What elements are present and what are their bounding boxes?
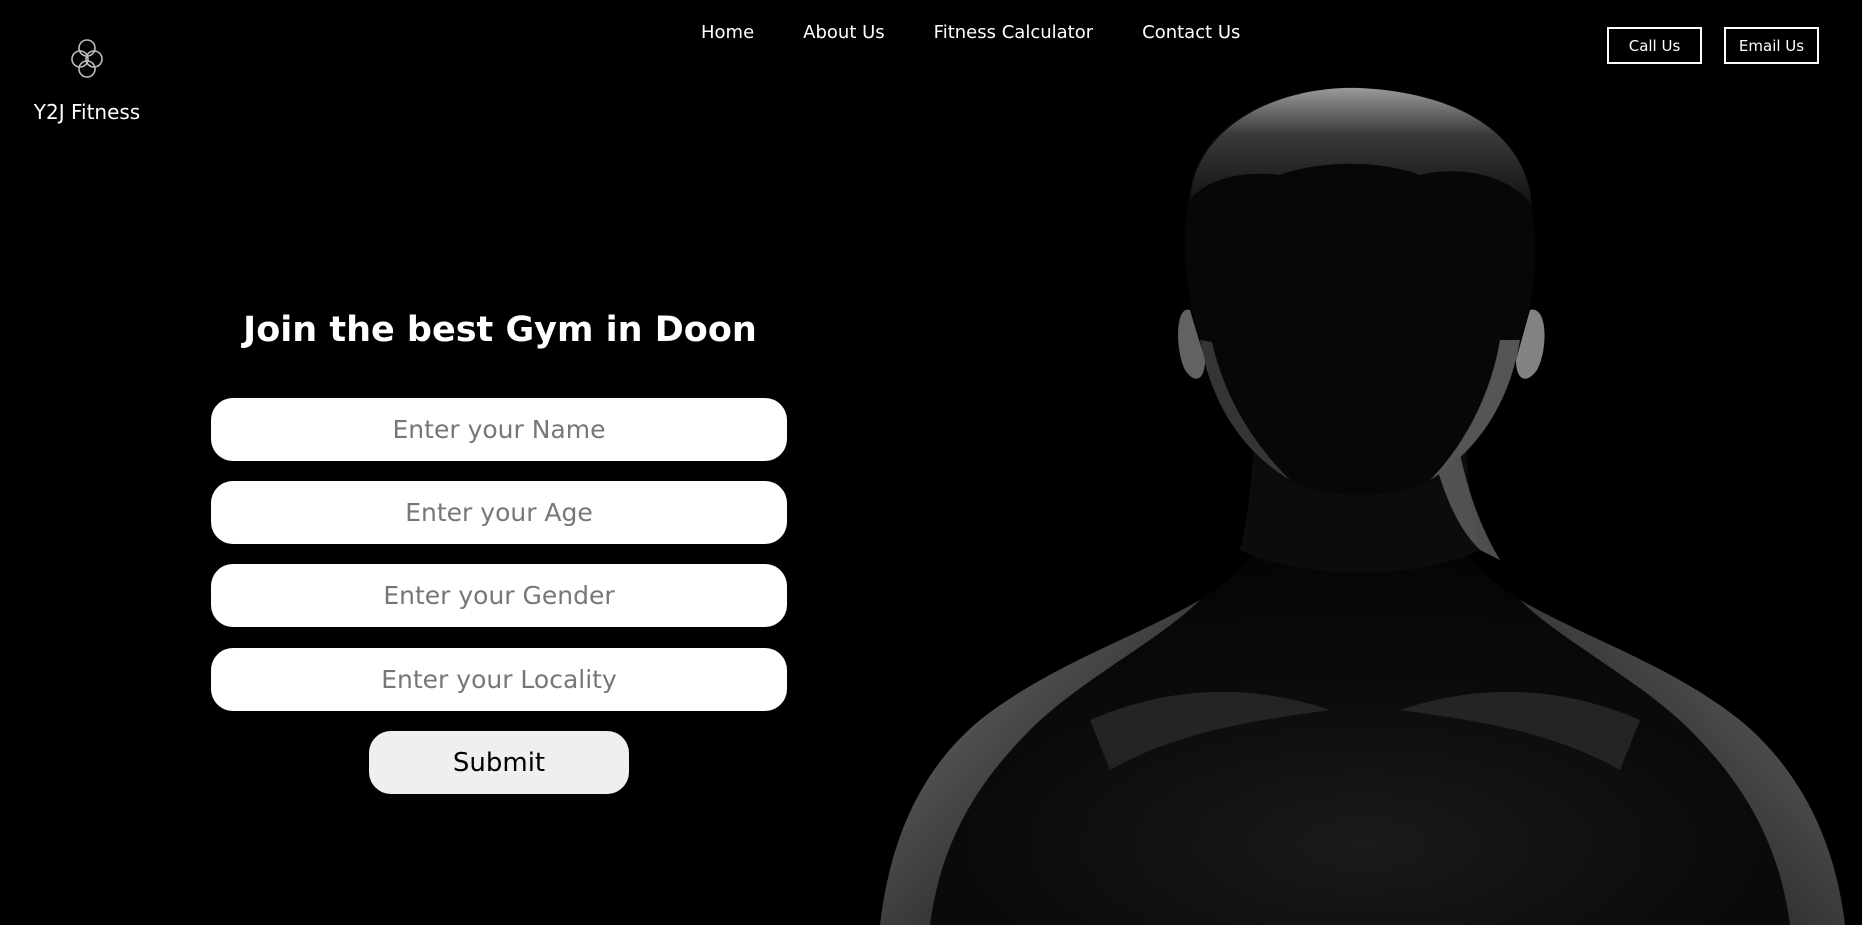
interlocking-rings-icon (71, 39, 103, 78)
nav-contact-us[interactable]: Contact Us (1142, 22, 1240, 43)
nav-home[interactable]: Home (701, 22, 754, 43)
name-input[interactable] (211, 398, 787, 461)
main-nav: Home About Us Fitness Calculator Contact… (701, 22, 1240, 43)
nav-about-us[interactable]: About Us (803, 22, 885, 43)
brand[interactable]: Y2J Fitness (30, 36, 144, 124)
gender-input[interactable] (211, 564, 787, 627)
locality-input[interactable] (211, 648, 787, 711)
call-us-button[interactable]: Call Us (1607, 27, 1702, 64)
landing-page: Y2J Fitness Home About Us Fitness Calcul… (0, 0, 1862, 925)
brand-name: Y2J Fitness (33, 100, 141, 124)
hero-athlete-image (880, 87, 1845, 925)
email-us-button[interactable]: Email Us (1724, 27, 1819, 64)
submit-button[interactable]: Submit (369, 731, 629, 794)
nav-fitness-calculator[interactable]: Fitness Calculator (934, 22, 1093, 43)
age-input[interactable] (211, 481, 787, 544)
form-title: Join the best Gym in Doon (243, 310, 757, 350)
